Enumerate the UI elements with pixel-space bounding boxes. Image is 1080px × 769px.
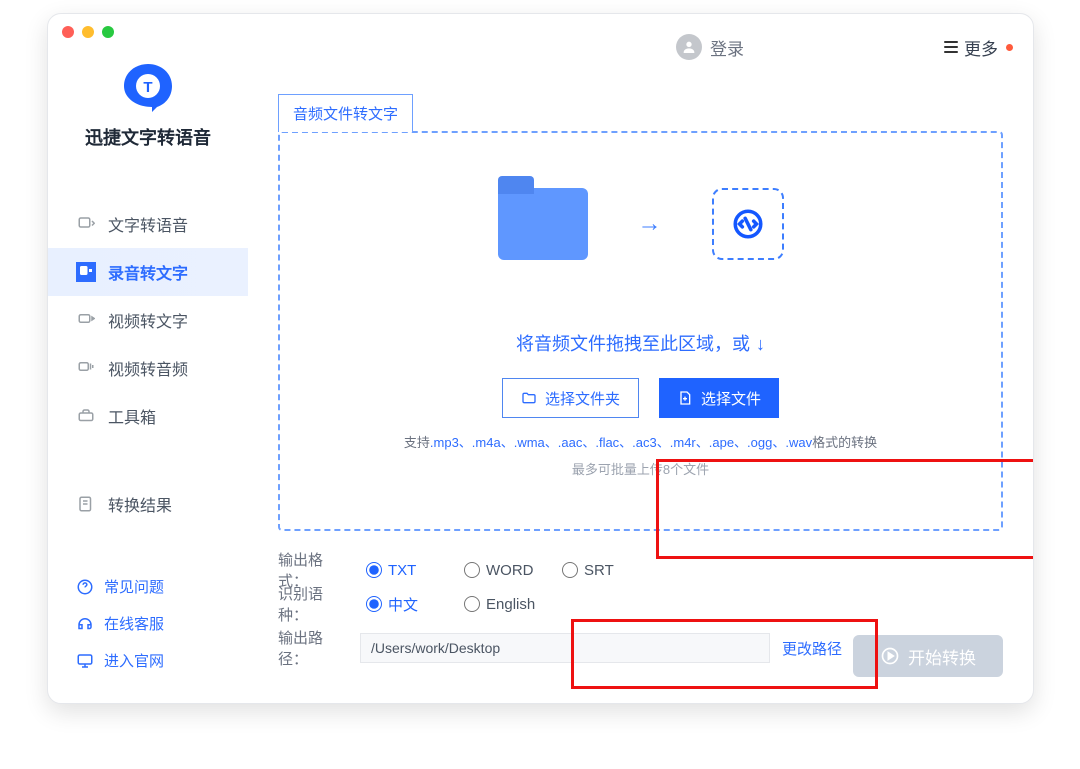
video-text-icon <box>76 310 96 330</box>
stt-icon <box>76 262 96 282</box>
nav-label: 视频转文字 <box>108 308 188 332</box>
supported-formats: 支持.mp3、.m4a、.wma、.aac、.flac、.ac3、.m4r、.a… <box>280 432 1001 451</box>
menu-icon <box>944 41 958 53</box>
tab-audio-to-text[interactable]: 音频文件转文字 <box>278 94 413 132</box>
toolbox-icon <box>76 406 96 426</box>
nav-label: 文字转语音 <box>108 212 188 236</box>
output-format-row: 输出格式： TXT WORD SRT <box>278 553 1003 587</box>
window-controls <box>62 26 114 38</box>
svg-text:T: T <box>143 79 152 96</box>
nav-video-to-text[interactable]: 视频转文字 <box>48 296 248 344</box>
radio-word[interactable]: WORD <box>464 562 544 579</box>
sidebar: T 迅捷文字转语音 文字转语音 录音转文字 视频转文字 <box>48 54 248 703</box>
select-file-button[interactable]: 选择文件 <box>659 378 779 418</box>
radio-chinese[interactable]: 中文 <box>366 594 446 615</box>
nav-label: 视频转音频 <box>108 356 188 380</box>
login-button[interactable]: 登录 <box>676 34 744 60</box>
minimize-icon[interactable] <box>82 26 94 38</box>
radio-srt[interactable]: SRT <box>562 562 642 579</box>
close-icon[interactable] <box>62 26 74 38</box>
nav-results[interactable]: 转换结果 <box>48 480 248 528</box>
drop-hint: 将音频文件拖拽至此区域，或↓ <box>280 330 1001 356</box>
nav-toolbox[interactable]: 工具箱 <box>48 392 248 440</box>
sidebar-footer: 常见问题 在线客服 进入官网 <box>48 568 248 679</box>
output-path-input[interactable] <box>360 633 770 663</box>
nav-label: 录音转文字 <box>108 260 188 284</box>
results-icon <box>76 494 96 514</box>
drop-illustration: → <box>280 188 1001 260</box>
play-circle-icon <box>880 646 900 666</box>
convert-icon <box>712 188 784 260</box>
link-support[interactable]: 在线客服 <box>48 605 248 642</box>
maximize-icon[interactable] <box>102 26 114 38</box>
drop-area[interactable]: → 将音频文件拖拽至此区域，或↓ 选择文件夹 选择文件 <box>278 131 1003 531</box>
nav-video-to-audio[interactable]: 视频转音频 <box>48 344 248 392</box>
app-title: 迅捷文字转语音 <box>48 124 248 150</box>
file-add-icon <box>677 390 693 406</box>
folder-open-icon <box>521 390 537 406</box>
app-logo: T <box>120 60 176 116</box>
nav: 文字转语音 录音转文字 视频转文字 视频转音频 工具箱 <box>48 200 248 528</box>
language-row: 识别语种： 中文 English <box>278 587 1003 621</box>
language-label: 识别语种： <box>278 583 348 625</box>
main-panel: 登录 更多 音频文件转文字 → <box>248 54 1033 703</box>
start-convert-button[interactable]: 开始转换 <box>853 635 1003 677</box>
arrow-right-icon: → <box>638 210 662 238</box>
radio-txt[interactable]: TXT <box>366 562 446 579</box>
help-icon <box>76 578 94 596</box>
monitor-icon <box>76 652 94 670</box>
nav-text-to-speech[interactable]: 文字转语音 <box>48 200 248 248</box>
nav-label: 工具箱 <box>108 404 156 428</box>
avatar-icon <box>676 34 702 60</box>
radio-english[interactable]: English <box>464 596 544 613</box>
tts-icon <box>76 214 96 234</box>
nav-audio-to-text[interactable]: 录音转文字 <box>48 248 248 296</box>
video-audio-icon <box>76 358 96 378</box>
app-window: T 迅捷文字转语音 文字转语音 录音转文字 视频转文字 <box>47 13 1034 704</box>
output-path-label: 输出路径： <box>278 627 348 669</box>
change-path-button[interactable]: 更改路径 <box>782 638 842 659</box>
upload-limit: 最多可批量上传8个文件 <box>280 459 1001 478</box>
download-icon: ↓ <box>756 334 765 354</box>
nav-label: 转换结果 <box>108 492 172 516</box>
notification-dot-icon <box>1006 44 1013 51</box>
headset-icon <box>76 615 94 633</box>
folder-icon <box>498 188 588 260</box>
select-folder-button[interactable]: 选择文件夹 <box>502 378 639 418</box>
more-button[interactable]: 更多 <box>944 35 1013 60</box>
link-faq[interactable]: 常见问题 <box>48 568 248 605</box>
link-website[interactable]: 进入官网 <box>48 642 248 679</box>
